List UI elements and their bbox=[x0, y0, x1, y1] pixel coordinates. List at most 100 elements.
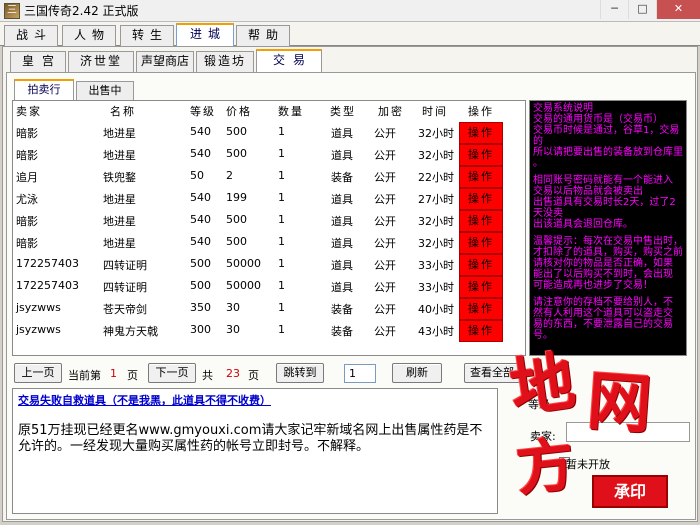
tab-palace[interactable]: 皇宫 bbox=[10, 51, 66, 72]
current-page-label: 当前第 bbox=[68, 369, 101, 382]
cell-time: 32小时 bbox=[418, 237, 454, 250]
cell-type: 装备 bbox=[331, 171, 353, 184]
tab-battle[interactable]: 战斗 bbox=[4, 25, 58, 46]
table-row[interactable]: 尤泳 地进星 540 199 1 道具 公开 27小时 操作 bbox=[13, 188, 525, 210]
page-unit-label: 页 bbox=[127, 369, 138, 382]
table-row[interactable]: jsyzwws 神鬼方天戟 300 30 1 装备 公开 43小时 操作 bbox=[13, 320, 525, 342]
cell-encryption: 公开 bbox=[374, 171, 396, 184]
cell-type: 道具 bbox=[331, 237, 353, 250]
cell-seller: 172257403 bbox=[16, 257, 79, 270]
table-row[interactable]: 暗影 地进星 540 500 1 道具 公开 32小时 操作 bbox=[13, 232, 525, 254]
cell-encryption: 公开 bbox=[374, 281, 396, 294]
col-header-encryption: 加密 bbox=[378, 105, 404, 118]
cell-seller: 暗影 bbox=[16, 149, 38, 162]
title-bar: 三 三国传奇2.42 正式版 ─ □ ✕ bbox=[0, 0, 700, 22]
action-button[interactable]: 操作 bbox=[459, 144, 503, 166]
seal-stamp[interactable]: 承印 bbox=[592, 475, 668, 508]
window-controls: ─ □ ✕ bbox=[600, 0, 700, 20]
tab-trade[interactable]: 交易 bbox=[256, 49, 322, 72]
action-button[interactable]: 操作 bbox=[459, 298, 503, 320]
action-button[interactable]: 操作 bbox=[459, 232, 503, 254]
cell-qty: 1 bbox=[278, 169, 285, 182]
cell-type: 道具 bbox=[331, 127, 353, 140]
table-row[interactable]: 172257403 四转证明 500 50000 1 道具 公开 33小时 操作 bbox=[13, 276, 525, 298]
action-button[interactable]: 操作 bbox=[459, 166, 503, 188]
col-header-time: 时间 bbox=[422, 105, 448, 118]
action-button[interactable]: 操作 bbox=[459, 254, 503, 276]
tab-on-sale[interactable]: 出售中 bbox=[76, 81, 134, 100]
col-header-name: 名称 bbox=[110, 105, 136, 118]
tab-rebirth[interactable]: 转生 bbox=[120, 25, 174, 46]
cell-level: 300 bbox=[190, 323, 211, 336]
cell-name: 地进星 bbox=[103, 149, 136, 162]
table-row[interactable]: 暗影 地进星 540 500 1 道具 公开 32小时 操作 bbox=[13, 122, 525, 144]
action-button[interactable]: 操作 bbox=[459, 320, 503, 342]
close-button[interactable]: ✕ bbox=[656, 0, 700, 19]
cell-level: 350 bbox=[190, 301, 211, 314]
tab-auction[interactable]: 拍卖行 bbox=[14, 79, 74, 100]
maximize-button[interactable]: □ bbox=[628, 0, 656, 19]
cell-price: 500 bbox=[226, 147, 247, 160]
cell-level: 540 bbox=[190, 213, 211, 226]
rescue-item-link[interactable]: 交易失败自救道具（不是我黑，此道具不得不收费） bbox=[18, 392, 271, 408]
cell-seller: 暗影 bbox=[16, 237, 38, 250]
trade-help-panel: 交易系统说明 交易的通用货币是（交易币） 交易币时候是通过，谷草1，交易的 所以… bbox=[529, 100, 687, 356]
cell-price: 30 bbox=[226, 301, 240, 314]
cell-seller: 172257403 bbox=[16, 279, 79, 292]
cell-encryption: 公开 bbox=[374, 237, 396, 250]
cell-time: 32小时 bbox=[418, 127, 454, 140]
cell-name: 苍天帝剑 bbox=[103, 303, 147, 316]
tab-reputation-shop[interactable]: 声望商店 bbox=[136, 51, 194, 72]
tab-help[interactable]: 帮助 bbox=[236, 25, 290, 46]
cell-type: 道具 bbox=[331, 259, 353, 272]
action-button[interactable]: 操作 bbox=[459, 122, 503, 144]
table-row[interactable]: jsyzwws 苍天帝剑 350 30 1 装备 公开 40小时 操作 bbox=[13, 298, 525, 320]
cell-qty: 1 bbox=[278, 323, 285, 336]
col-header-price: 价格 bbox=[226, 105, 252, 118]
table-row[interactable]: 暗影 地进星 540 500 1 道具 公开 32小时 操作 bbox=[13, 144, 525, 166]
cell-price: 500 bbox=[226, 125, 247, 138]
goto-page-button[interactable]: 跳转到 bbox=[276, 363, 324, 383]
table-row[interactable]: 暗影 地进星 540 500 1 道具 公开 32小时 操作 bbox=[13, 210, 525, 232]
cell-level: 500 bbox=[190, 257, 211, 270]
cell-price: 199 bbox=[226, 191, 247, 204]
table-row[interactable]: 172257403 四转证明 500 50000 1 道具 公开 33小时 操作 bbox=[13, 254, 525, 276]
cell-name: 神鬼方天戟 bbox=[103, 325, 158, 338]
col-header-qty: 数量 bbox=[278, 105, 304, 118]
main-tab-bar: 战斗 人物 转生 进城 帮助 bbox=[0, 22, 700, 47]
refresh-button[interactable]: 刷新 bbox=[392, 363, 442, 383]
action-button[interactable]: 操作 bbox=[459, 188, 503, 210]
cell-time: 27小时 bbox=[418, 193, 454, 206]
cell-encryption: 公开 bbox=[374, 127, 396, 140]
prev-page-button[interactable]: 上一页 bbox=[14, 363, 62, 383]
tab-character[interactable]: 人物 bbox=[62, 25, 116, 46]
cell-price: 50000 bbox=[226, 279, 261, 292]
cell-type: 装备 bbox=[331, 325, 353, 338]
cell-type: 道具 bbox=[331, 149, 353, 162]
action-button[interactable]: 操作 bbox=[459, 276, 503, 298]
page-number-input[interactable]: 1 bbox=[344, 364, 376, 383]
cell-time: 33小时 bbox=[418, 281, 454, 294]
help-paragraph: 相同账号密码就能有一个能进入 交易以后物品就会被卖出 出售道具有交易时长2天，过… bbox=[533, 175, 676, 230]
tab-city[interactable]: 进城 bbox=[176, 23, 234, 47]
col-header-action: 操作 bbox=[468, 105, 494, 118]
cell-type: 道具 bbox=[331, 281, 353, 294]
app-icon: 三 bbox=[4, 2, 20, 19]
col-header-seller: 卖家 bbox=[16, 105, 42, 118]
cell-encryption: 公开 bbox=[374, 259, 396, 272]
cell-name: 铁兜鍪 bbox=[103, 171, 136, 184]
cell-type: 道具 bbox=[331, 193, 353, 206]
cell-seller: jsyzwws bbox=[16, 301, 61, 314]
watermark-char: 网 bbox=[585, 363, 655, 444]
tab-clinic[interactable]: 济世堂 bbox=[68, 51, 134, 72]
action-button[interactable]: 操作 bbox=[459, 210, 503, 232]
minimize-button[interactable]: ─ bbox=[600, 0, 628, 19]
table-row[interactable]: 追月 铁兜鍪 50 2 1 装备 公开 22小时 操作 bbox=[13, 166, 525, 188]
cell-encryption: 公开 bbox=[374, 149, 396, 162]
next-page-button[interactable]: 下一页 bbox=[148, 363, 196, 383]
tab-forge[interactable]: 锻造坊 bbox=[196, 51, 254, 72]
cell-price: 500 bbox=[226, 213, 247, 226]
cell-seller: 暗影 bbox=[16, 215, 38, 228]
cell-qty: 1 bbox=[278, 147, 285, 160]
cell-name: 四转证明 bbox=[103, 259, 147, 272]
